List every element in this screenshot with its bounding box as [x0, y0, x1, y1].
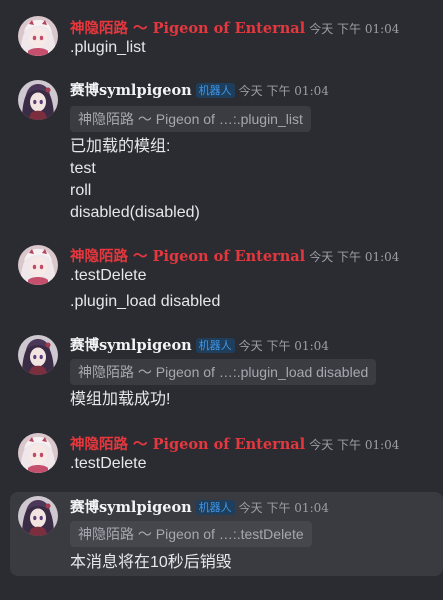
reply-quote[interactable]: 神隐陌路 ～ Pigeon of …:.plugin_list: [70, 106, 311, 132]
author-name[interactable]: 神隐陌路 ～ Pigeon of Enternal: [70, 436, 305, 453]
message-header: 神隐陌路 ～ Pigeon of Enternal 今天 下午 01:04: [70, 246, 399, 266]
timestamp: 今天 下午 01:04: [309, 438, 400, 452]
bot-badge: 机器人: [195, 83, 235, 98]
reply-quote[interactable]: 神隐陌路 ～ Pigeon of …:.testDelete: [70, 521, 312, 547]
timestamp: 今天 下午 01:04: [309, 22, 400, 36]
anime-girl-pink-avatar-icon: [18, 433, 58, 473]
author-name[interactable]: 赛博symlpigeon: [70, 337, 192, 354]
message-header: 神隐陌路 ～ Pigeon of Enternal 今天 下午 01:04: [70, 18, 399, 38]
message-header: 赛博symlpigeon 机器人 今天 下午 01:04: [70, 497, 329, 517]
bot-avatar[interactable]: [18, 80, 58, 120]
message-header: 赛博symlpigeon 机器人 今天 下午 01:04: [70, 80, 329, 100]
timestamp: 今天 下午 01:04: [309, 250, 400, 264]
bot-badge: 机器人: [195, 338, 235, 353]
timestamp: 今天 下午 01:04: [238, 84, 329, 98]
chat-message-list[interactable]: 神隐陌路 ～ Pigeon of Enternal 今天 下午 01:04 .pl…: [0, 0, 443, 600]
author-name[interactable]: 赛博symlpigeon: [70, 499, 192, 516]
message-item[interactable]: 赛博symlpigeon 机器人 今天 下午 01:04 神隐陌路 ～ Pigeon…: [0, 325, 443, 420]
message-item[interactable]: 神隐陌路 ～ Pigeon of Enternal 今天 下午 01:04 .te…: [0, 230, 443, 325]
anime-girl-dark-avatar-icon: [18, 335, 58, 375]
message-line: .plugin_load disabled: [70, 293, 221, 310]
user-avatar[interactable]: [18, 433, 58, 473]
bot-avatar[interactable]: [18, 335, 58, 375]
message-line: .testDelete: [70, 455, 147, 472]
author-name[interactable]: 神隐陌路 ～ Pigeon of Enternal: [70, 20, 305, 37]
message-line: 已加载的模组:: [70, 138, 171, 155]
timestamp: 今天 下午 01:04: [238, 339, 329, 353]
message-line: .testDelete: [70, 267, 147, 284]
user-avatar[interactable]: [18, 16, 58, 56]
message-line: roll: [70, 182, 92, 199]
message-item[interactable]: 神隐陌路 ～ Pigeon of Enternal 今天 下午 01:04 .pl…: [0, 0, 443, 70]
bot-badge: 机器人: [195, 500, 235, 515]
message-item-hovered[interactable]: 赛博symlpigeon 机器人 今天 下午 01:04 神隐陌路 ～ Pigeon…: [10, 492, 443, 576]
reply-quote[interactable]: 神隐陌路 ～ Pigeon of …:.plugin_load disabled: [70, 359, 377, 385]
anime-girl-dark-avatar-icon: [18, 80, 58, 120]
anime-girl-pink-avatar-icon: [18, 245, 58, 285]
message-line: 本消息将在10秒后销毁: [70, 554, 232, 571]
message-header: 赛博symlpigeon 机器人 今天 下午 01:04: [70, 335, 329, 355]
bot-avatar[interactable]: [18, 496, 58, 536]
user-avatar[interactable]: [18, 245, 58, 285]
anime-girl-pink-avatar-icon: [18, 16, 58, 56]
author-name[interactable]: 赛博symlpigeon: [70, 82, 192, 99]
timestamp: 今天 下午 01:04: [238, 501, 329, 515]
message-item[interactable]: 神隐陌路 ～ Pigeon of Enternal 今天 下午 01:04 .te…: [0, 420, 443, 490]
author-name[interactable]: 神隐陌路 ～ Pigeon of Enternal: [70, 248, 305, 265]
message-line: 模组加载成功!: [70, 391, 171, 408]
message-line: disabled(disabled): [70, 204, 200, 221]
message-header: 神隐陌路 ～ Pigeon of Enternal 今天 下午 01:04: [70, 434, 399, 454]
message-line: test: [70, 160, 96, 177]
message-line: .plugin_list: [70, 39, 146, 56]
message-item[interactable]: 赛博symlpigeon 机器人 今天 下午 01:04 神隐陌路 ～ Pigeon…: [0, 70, 443, 230]
anime-girl-dark-avatar-icon: [18, 496, 58, 536]
